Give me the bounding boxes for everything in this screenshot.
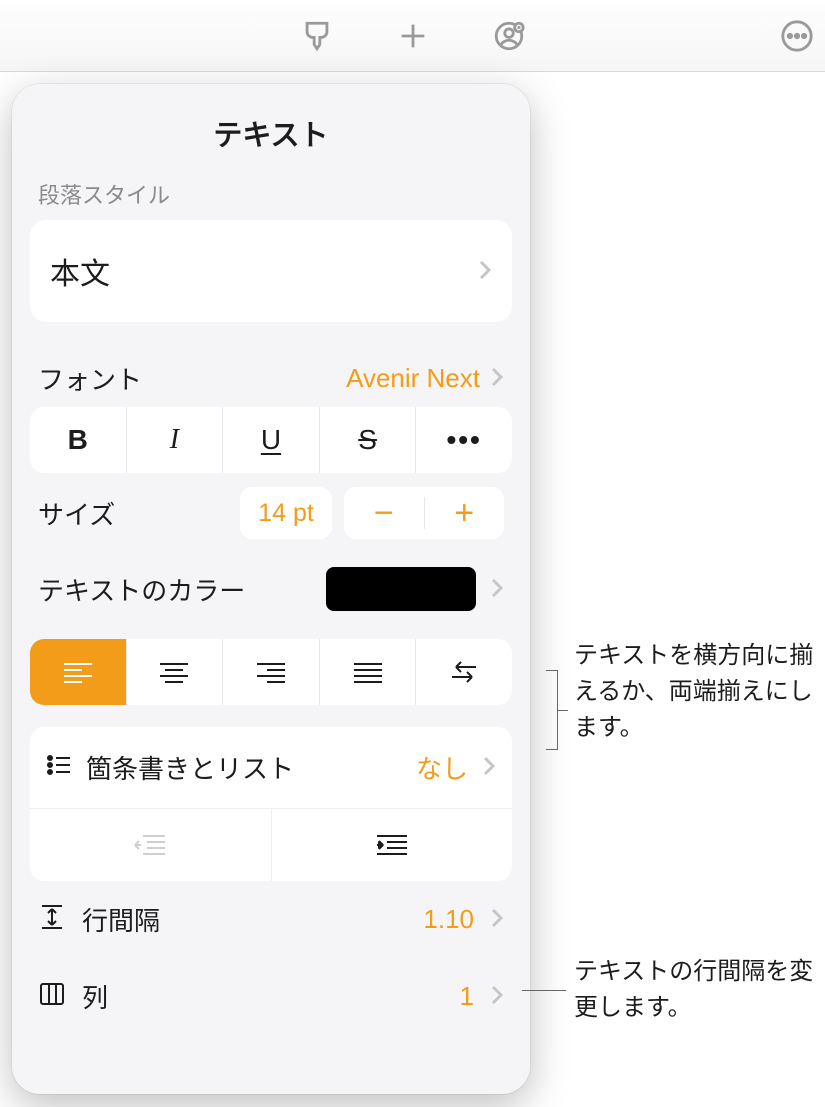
align-left-button[interactable]	[30, 639, 127, 705]
paragraph-style-value: 本文	[50, 249, 478, 293]
text-color-row[interactable]: テキストのカラー	[30, 553, 512, 625]
callout-bracket	[546, 670, 558, 750]
font-value: Avenir Next	[346, 363, 480, 394]
paragraph-style-select[interactable]: 本文	[30, 220, 512, 322]
columns-row[interactable]: 列 1	[30, 958, 512, 1035]
chevron-right-icon	[490, 363, 504, 394]
size-label: サイズ	[38, 495, 228, 532]
size-minus-button[interactable]: −	[344, 487, 424, 539]
bold-button[interactable]: B	[30, 407, 127, 473]
more-text-options-button[interactable]: •••	[416, 407, 512, 473]
indent-button[interactable]	[272, 809, 513, 881]
text-color-swatch[interactable]	[326, 567, 476, 611]
text-format-popover: テキスト 段落スタイル 本文 フォント Avenir Next B I U S …	[12, 84, 530, 1094]
chevron-right-icon	[482, 752, 496, 783]
size-value[interactable]: 14 pt	[240, 487, 332, 539]
strikethrough-button[interactable]: S	[320, 407, 417, 473]
callout-connector	[558, 710, 568, 711]
line-spacing-icon	[38, 903, 66, 936]
line-spacing-row[interactable]: 行間隔 1.10	[30, 881, 512, 958]
bullets-label: 箇条書きとリスト	[86, 749, 402, 786]
align-center-button[interactable]	[127, 639, 224, 705]
columns-label: 列	[82, 978, 404, 1015]
line-spacing-value: 1.10	[420, 904, 474, 935]
align-justify-button[interactable]	[320, 639, 417, 705]
chevron-right-icon	[490, 574, 504, 605]
font-style-segment: B I U S •••	[30, 407, 512, 473]
italic-button[interactable]: I	[127, 407, 224, 473]
format-brush-icon[interactable]	[297, 16, 337, 56]
align-right-button[interactable]	[223, 639, 320, 705]
alignment-segment	[30, 639, 512, 705]
size-plus-button[interactable]: +	[425, 487, 505, 539]
bullets-lists-row[interactable]: 箇条書きとリスト なし	[30, 727, 512, 809]
chevron-right-icon	[478, 256, 492, 287]
text-color-label: テキストのカラー	[38, 571, 312, 608]
size-stepper: − +	[344, 487, 504, 539]
top-toolbar	[0, 0, 825, 72]
callout-connector	[522, 990, 566, 991]
bullets-value: なし	[416, 749, 468, 786]
font-label: フォント	[38, 360, 336, 397]
chevron-right-icon	[490, 981, 504, 1012]
columns-value: 1	[420, 981, 474, 1012]
outdent-button[interactable]	[30, 809, 272, 881]
line-spacing-label: 行間隔	[82, 901, 404, 938]
paragraph-style-label: 段落スタイル	[30, 178, 512, 220]
underline-button[interactable]: U	[223, 407, 320, 473]
columns-icon	[38, 980, 66, 1013]
plus-icon[interactable]	[393, 16, 433, 56]
spacing-callout: テキストの行間隔を変更します。	[574, 954, 814, 1026]
list-icon	[46, 752, 72, 783]
popover-title: テキスト	[30, 112, 512, 154]
chevron-right-icon	[490, 904, 504, 935]
font-row[interactable]: フォント Avenir Next	[30, 350, 512, 407]
collaborate-icon[interactable]	[489, 16, 529, 56]
more-icon[interactable]	[777, 16, 817, 56]
alignment-callout: テキストを横方向に揃えるか、両端揃えにします。	[574, 638, 814, 746]
text-direction-button[interactable]	[416, 639, 512, 705]
